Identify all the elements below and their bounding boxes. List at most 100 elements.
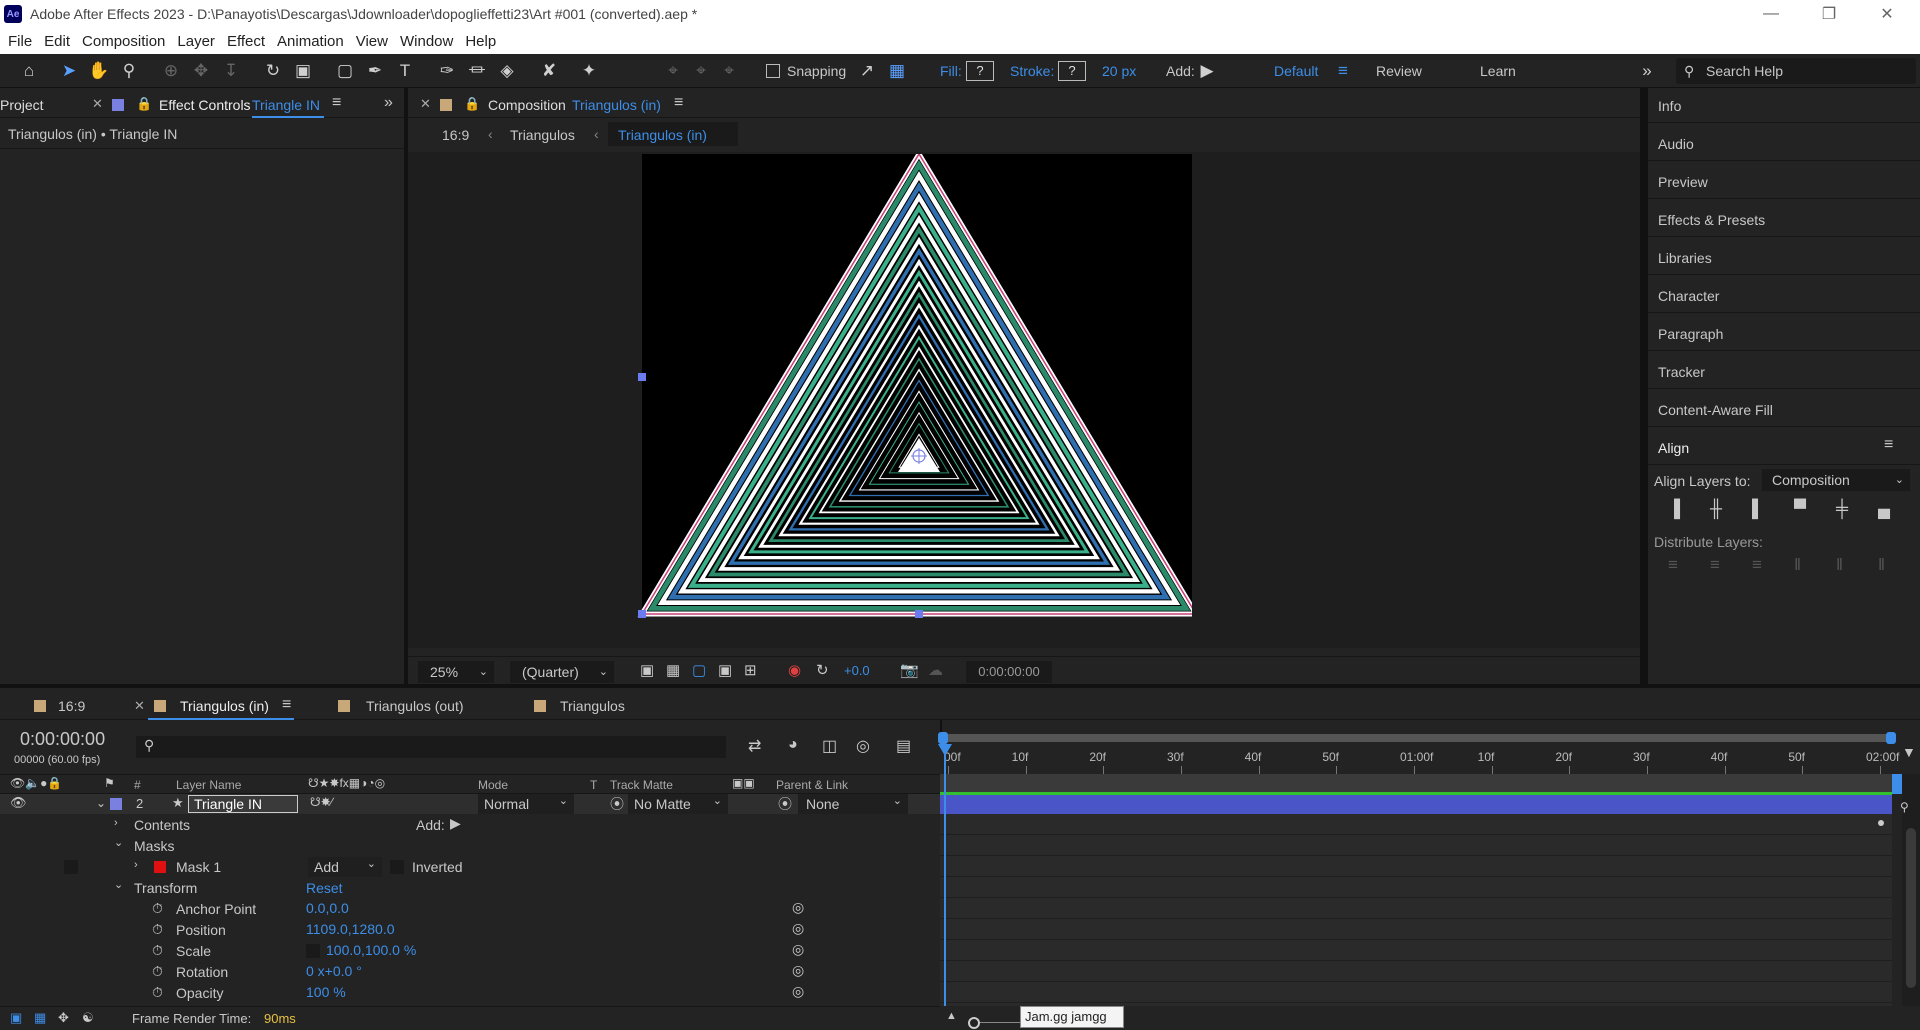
comp-panel-menu-icon[interactable]: ≡ bbox=[674, 94, 683, 112]
orbit-camera-icon[interactable]: ⊕ bbox=[160, 61, 182, 81]
align-right-icon[interactable]: ▌ bbox=[1752, 499, 1764, 519]
comp-mini-flowchart-icon[interactable]: ⇄ bbox=[748, 736, 761, 756]
snapping-checkbox[interactable] bbox=[766, 64, 780, 78]
chevron-down-icon[interactable]: ⌄ bbox=[114, 836, 123, 849]
chevron-right-icon[interactable]: › bbox=[134, 859, 138, 871]
align-hcenter-icon[interactable]: ╫ bbox=[1710, 499, 1722, 519]
workspace-menu-icon[interactable]: ≡ bbox=[1332, 61, 1354, 81]
expression-spiral-icon[interactable]: ◎ bbox=[792, 920, 804, 937]
matte-pickwhip-icon[interactable]: ⦿ bbox=[610, 794, 624, 814]
clone-stamp-tool-icon[interactable]: ⏛ bbox=[466, 61, 488, 81]
align-top-icon[interactable]: ▀ bbox=[1794, 499, 1806, 519]
menu-layer[interactable]: Layer bbox=[177, 33, 215, 50]
menu-view[interactable]: View bbox=[356, 33, 388, 50]
grid-guides-icon[interactable]: ⊞ bbox=[744, 661, 757, 679]
puppet-tool-icon[interactable]: ✦ bbox=[578, 61, 600, 81]
panel-content-aware-fill[interactable]: Content-Aware Fill bbox=[1658, 402, 1773, 418]
transfer-controls-toggle-icon[interactable]: ▦ bbox=[34, 1010, 46, 1026]
transform-reset-link[interactable]: Reset bbox=[306, 880, 343, 896]
tl-tab-triangulos-out[interactable]: Triangulos (out) bbox=[366, 698, 464, 714]
bbox-handle[interactable] bbox=[915, 610, 923, 618]
distribute-top-icon[interactable]: ≡ bbox=[1668, 555, 1678, 575]
expression-spiral-icon[interactable]: ◎ bbox=[792, 983, 804, 1000]
expression-spiral-icon[interactable]: ◎ bbox=[792, 899, 804, 916]
rectangle-tool-icon[interactable]: ▢ bbox=[334, 61, 356, 81]
viewer-timecode[interactable]: 0:00:00:00 bbox=[966, 661, 1052, 683]
panel-preview[interactable]: Preview bbox=[1658, 174, 1708, 190]
panel-character[interactable]: Character bbox=[1658, 288, 1719, 304]
stroke-width-value[interactable]: 20 px bbox=[1102, 63, 1136, 79]
time-navigator-bar[interactable] bbox=[938, 734, 1892, 742]
minimize-icon[interactable]: — bbox=[1742, 0, 1800, 28]
reset-exposure-icon[interactable]: ↻ bbox=[816, 661, 829, 679]
navigator-end-handle[interactable] bbox=[1886, 732, 1896, 744]
flow-item-active[interactable]: Triangulos (in) bbox=[618, 127, 707, 143]
panel-paragraph[interactable]: Paragraph bbox=[1658, 326, 1723, 342]
fill-label[interactable]: Fill: bbox=[940, 63, 962, 79]
keyframe-dot[interactable] bbox=[1878, 820, 1884, 826]
close-icon[interactable]: ✕ bbox=[1858, 0, 1916, 28]
close-comp-tab-icon[interactable]: ✕ bbox=[420, 96, 431, 112]
tab-effect-controls[interactable]: Effect Controls bbox=[159, 97, 251, 113]
stopwatch-icon[interactable]: ⏱ bbox=[152, 900, 163, 917]
stopwatch-icon[interactable]: ⏱ bbox=[152, 942, 163, 959]
zoom-slider-handle[interactable] bbox=[968, 1017, 980, 1029]
resolution-select[interactable]: (Quarter) ⌄ bbox=[510, 661, 614, 683]
align-left-icon[interactable]: ▐ bbox=[1668, 499, 1680, 519]
close-tab-icon[interactable]: ✕ bbox=[134, 698, 145, 714]
stopwatch-icon[interactable]: ⏱ bbox=[152, 963, 163, 980]
comp-button-icon[interactable]: ▼ bbox=[1902, 744, 1916, 760]
layer-switches-icon[interactable]: ☋✸∕ bbox=[310, 795, 333, 809]
panel-tracker[interactable]: Tracker bbox=[1658, 364, 1705, 380]
frame-blending-icon[interactable]: ◎ bbox=[856, 736, 870, 756]
work-area-bar[interactable] bbox=[940, 774, 1892, 794]
roto-brush-tool-icon[interactable]: ✘ bbox=[538, 61, 560, 81]
brush-tool-icon[interactable]: ✑ bbox=[436, 61, 458, 81]
menu-file[interactable]: File bbox=[8, 33, 32, 50]
prop-scale-value[interactable]: 100.0,100.0 % bbox=[326, 942, 416, 958]
add-play-icon[interactable]: ▶ bbox=[1196, 61, 1218, 81]
lock-icon[interactable]: 🔒 bbox=[136, 96, 152, 112]
mask-lock-box[interactable] bbox=[64, 860, 78, 874]
region-of-interest-icon[interactable]: ▣ bbox=[718, 661, 732, 679]
bbox-handle[interactable] bbox=[638, 610, 646, 618]
menu-animation[interactable]: Animation bbox=[277, 33, 344, 50]
in-out-toggle-icon[interactable]: ✥ bbox=[58, 1010, 69, 1026]
stopwatch-icon[interactable]: ⏱ bbox=[152, 921, 163, 938]
shy-layers-icon[interactable]: ◫ bbox=[822, 736, 837, 756]
expression-spiral-icon[interactable]: ◎ bbox=[792, 941, 804, 958]
track-matte-select[interactable]: No Matte ⌄ bbox=[628, 794, 728, 814]
constrain-proportions-icon[interactable] bbox=[306, 944, 320, 958]
timeline-vscroll-thumb[interactable] bbox=[1906, 828, 1916, 988]
timeline-menu-icon[interactable]: ≡ bbox=[282, 696, 291, 714]
dolly-camera-icon[interactable]: ↧ bbox=[220, 61, 242, 81]
zoom-select[interactable]: 25% ⌄ bbox=[418, 661, 494, 683]
zoom-out-icon[interactable]: ▲ bbox=[946, 1010, 957, 1022]
panel-menu-icon[interactable]: ≡ bbox=[332, 94, 341, 112]
snapping-options-icon[interactable]: ↗ bbox=[856, 61, 878, 81]
pan-behind-tool-icon[interactable]: ▣ bbox=[292, 61, 314, 81]
view-axis-icon[interactable]: ⌖ bbox=[718, 61, 740, 81]
graph-editor-icon[interactable]: ▤ bbox=[896, 736, 911, 756]
parent-select[interactable]: None ⌄ bbox=[798, 794, 908, 814]
zoom-tool-icon[interactable]: ⚲ bbox=[118, 61, 140, 81]
distribute-right-icon[interactable]: ‖ bbox=[1878, 555, 1885, 575]
render-time-toggle-icon[interactable]: ☯ bbox=[82, 1010, 94, 1026]
comp-tab-name[interactable]: Triangulos (in) bbox=[572, 97, 661, 113]
menu-help[interactable]: Help bbox=[465, 33, 496, 50]
align-menu-icon[interactable]: ≡ bbox=[1884, 436, 1893, 454]
rotation-tool-icon[interactable]: ↻ bbox=[262, 61, 284, 81]
chevron-down-icon[interactable]: ⌄ bbox=[114, 878, 123, 891]
transform-label[interactable]: Transform bbox=[134, 880, 197, 896]
align-bottom-icon[interactable]: ▄ bbox=[1878, 499, 1890, 519]
menu-effect[interactable]: Effect bbox=[227, 33, 265, 50]
keyframe-area[interactable] bbox=[940, 814, 1892, 1006]
panel-info[interactable]: Info bbox=[1658, 98, 1681, 114]
navigator-start-handle[interactable] bbox=[938, 732, 948, 744]
show-snapshot-icon[interactable]: ☁ bbox=[928, 661, 943, 679]
snap-target-icon[interactable]: ▦ bbox=[886, 61, 908, 81]
selection-tool-icon[interactable]: ➤ bbox=[58, 61, 80, 81]
current-time-indicator[interactable] bbox=[944, 732, 946, 1008]
col-layer-name[interactable]: Layer Name bbox=[176, 778, 241, 792]
search-help-input[interactable]: ⚲ Search Help bbox=[1676, 58, 1916, 84]
